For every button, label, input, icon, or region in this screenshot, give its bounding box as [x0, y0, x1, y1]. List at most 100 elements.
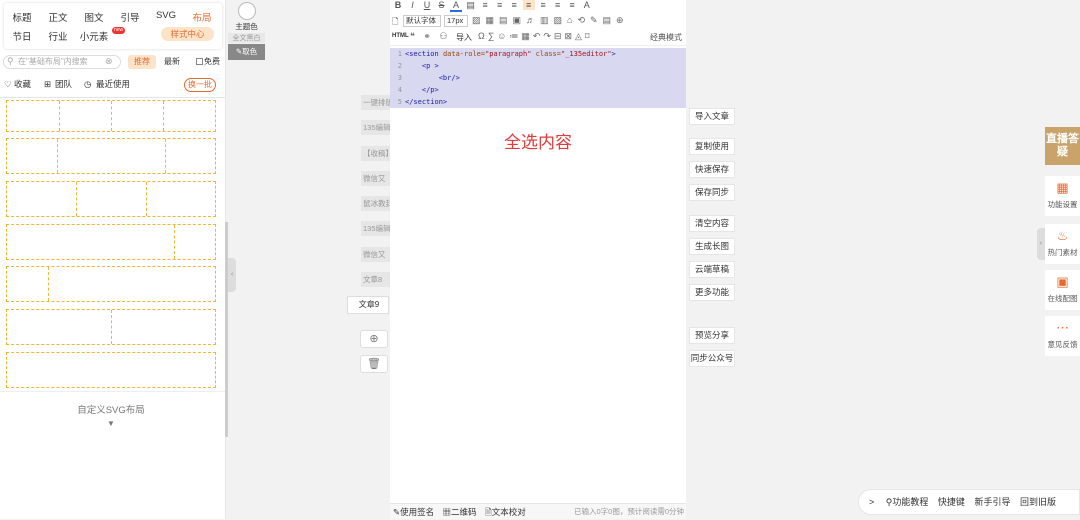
preview-share-button[interactable]: 预览分享	[689, 327, 735, 344]
font-family-select[interactable]: 默认字体	[403, 15, 441, 27]
nav-layout[interactable]: 布局	[184, 10, 220, 24]
sidebar-scrollbar[interactable]	[225, 222, 228, 437]
toggle-bar-button[interactable]: >	[869, 497, 874, 507]
live-qa-button[interactable]: 直播答疑	[1045, 127, 1080, 165]
free-checkbox[interactable]	[196, 58, 203, 65]
text-transform-button[interactable]: A	[581, 0, 593, 10]
qrcode-button[interactable]: 二维码	[451, 507, 477, 517]
online-image-item[interactable]: ▣ 在线配图	[1045, 270, 1080, 310]
copy-use-button[interactable]: 复制使用	[689, 138, 735, 155]
history-item[interactable]: 微信又	[361, 247, 391, 262]
underline-button[interactable]: U	[421, 0, 433, 10]
old-version-link[interactable]: 回到旧版	[1020, 497, 1056, 507]
nav-title[interactable]: 标题	[4, 10, 40, 24]
italic-button[interactable]: I	[407, 0, 419, 10]
layout-template-3[interactable]	[6, 181, 216, 217]
nav-image-text[interactable]: 图文	[76, 10, 112, 24]
search-input[interactable]: 在"基础布局"内搜索	[3, 55, 121, 69]
favorites-tab[interactable]: 收藏	[14, 78, 31, 90]
nav-small-elements[interactable]: 小元素	[76, 29, 112, 43]
tutorial-link[interactable]: 功能教程	[892, 497, 928, 507]
layout-template-4[interactable]	[6, 224, 216, 260]
html-button[interactable]: HTML	[392, 33, 409, 39]
nav-body[interactable]: 正文	[40, 10, 76, 24]
add-icon[interactable]: ⊕	[360, 330, 388, 348]
custom-svg-layout-label[interactable]: 自定义SVG布局	[0, 402, 222, 416]
heart-icon: ♡	[4, 79, 12, 89]
sync-official-account-button[interactable]: 同步公众号	[689, 350, 735, 367]
refresh-button[interactable]: 换一批	[184, 78, 216, 92]
team-tab[interactable]: 团队	[55, 78, 72, 90]
insert-toolbar-icons[interactable]: ▨▦▤▣♬▥▧⌂⟲✎▤⊕	[472, 15, 629, 26]
font-size-select[interactable]: 17px	[444, 15, 468, 27]
align-justify-button[interactable]: ≡	[522, 0, 535, 10]
font-color-button[interactable]: A	[450, 0, 463, 12]
search-icon: ⚲	[7, 56, 14, 66]
collapse-right-handle[interactable]: ‹	[1037, 228, 1045, 260]
line-number: 5	[397, 98, 402, 106]
more-functions-button[interactable]: 更多功能	[689, 284, 735, 301]
align-left-button[interactable]: ≡	[479, 0, 491, 10]
proofread-button[interactable]: 文本校对	[492, 507, 526, 517]
history-item[interactable]: 135编辑	[361, 120, 391, 135]
history-item[interactable]: 一键排版	[361, 95, 391, 110]
feedback-item[interactable]: ⋯ 意见反馈	[1045, 316, 1080, 356]
pick-color-button[interactable]: ✎取色	[228, 44, 265, 60]
history-item[interactable]: 微信又	[361, 171, 391, 186]
latest-tab[interactable]: 最新	[158, 55, 186, 69]
import-button[interactable]: 导入	[456, 32, 472, 43]
history-item[interactable]: 135编辑	[361, 221, 391, 236]
layout-template-2[interactable]	[6, 138, 216, 174]
cloud-draft-button[interactable]: 云端草稿	[689, 261, 735, 278]
history-item-active[interactable]: 文章9	[347, 296, 389, 314]
recommend-tab[interactable]: 推荐	[128, 55, 156, 69]
clear-icon[interactable]: ⊗	[105, 56, 113, 67]
generate-long-image-button[interactable]: 生成长图	[689, 238, 735, 255]
align-right-button[interactable]: ≡	[508, 0, 520, 10]
save-sync-button[interactable]: 保存同步	[689, 184, 735, 201]
layout-template-1[interactable]	[6, 100, 216, 132]
indent-button[interactable]: ≡	[537, 0, 549, 10]
code-token: "paragraph"	[485, 50, 532, 58]
import-article-button[interactable]: 导入文章	[689, 108, 735, 125]
background-color-button[interactable]: ▤	[465, 0, 477, 11]
format-toolbar-icons[interactable]: ❝ ⚭ ⚇	[410, 31, 450, 42]
shortcuts-link[interactable]: 快捷键	[938, 497, 965, 507]
strikethrough-button[interactable]: S	[436, 0, 448, 10]
collapse-left-handle[interactable]: ‹	[228, 258, 236, 292]
quick-save-button[interactable]: 快速保存	[689, 161, 735, 178]
line-height-button[interactable]: ≡	[552, 0, 564, 10]
code-line: 4 </p>	[390, 84, 686, 96]
nav-industry[interactable]: 行业	[40, 29, 76, 43]
history-item[interactable]: 文章8	[361, 272, 391, 287]
history-item[interactable]: 【收稿】	[361, 146, 391, 161]
nav-guide[interactable]: 引导	[112, 10, 148, 24]
chevron-down-icon[interactable]: ▼	[0, 419, 222, 428]
history-item[interactable]: 鼠冰教封	[361, 196, 391, 211]
layout-template-5[interactable]	[6, 266, 216, 302]
nav-holiday[interactable]: 节日	[4, 29, 40, 43]
clear-content-button[interactable]: 清空内容	[689, 215, 735, 232]
signature-button[interactable]: 使用签名	[400, 507, 434, 517]
all-black-white-button[interactable]: 全文黑白	[228, 33, 265, 43]
newbie-guide-link[interactable]: 新手引导	[974, 497, 1010, 507]
layout-template-7[interactable]	[6, 352, 216, 388]
align-center-button[interactable]: ≡	[494, 0, 506, 10]
classic-mode-select[interactable]: 经典模式	[650, 32, 682, 43]
list-button[interactable]: ≡	[566, 0, 578, 10]
misc-toolbar-icons[interactable]: Ω∑☺≔▦↶↷⊟⊠◬⌑	[478, 31, 593, 42]
recent-tab[interactable]: 最近使用	[96, 78, 130, 90]
status-bar: ✎使用签名 ▦二维码 🗎文本校对 已输入0字0图，预计阅读需0分钟	[390, 503, 686, 519]
settings-item[interactable]: ▦ 功能设置	[1045, 176, 1080, 216]
theme-color-swatch[interactable]	[238, 2, 256, 20]
bold-button[interactable]: B	[392, 0, 404, 10]
style-center-button[interactable]: 样式中心	[161, 27, 214, 41]
layout-template-6[interactable]	[6, 309, 216, 345]
trash-icon[interactable]: 🗑	[360, 355, 388, 373]
code-line: 1 <section data-role="paragraph" class="_…	[390, 48, 686, 60]
new-badge: new	[112, 27, 126, 34]
nav-svg[interactable]: SVG	[148, 10, 184, 21]
hot-material-item[interactable]: ♨ 热门素材	[1045, 224, 1080, 264]
